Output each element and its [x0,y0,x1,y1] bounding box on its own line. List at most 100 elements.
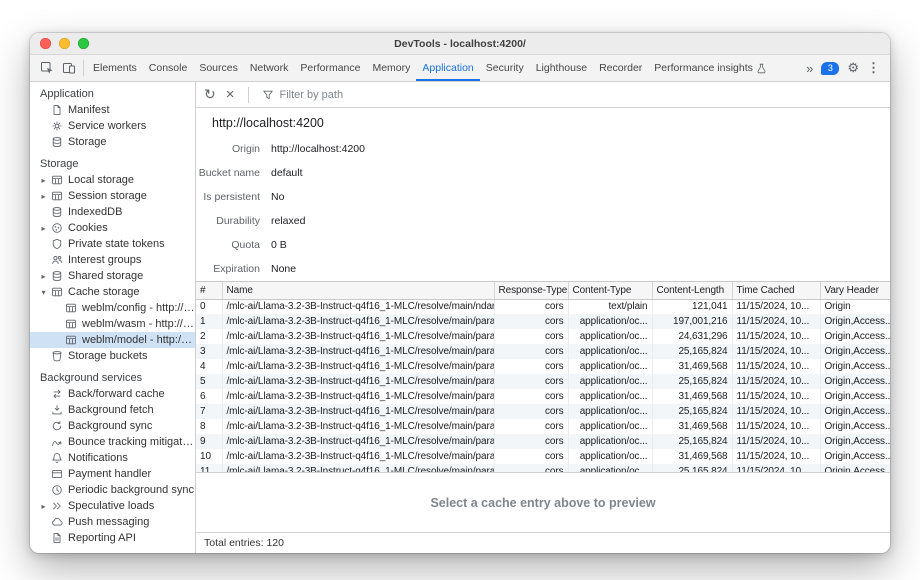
cache-origin-title: http://localhost:4200 [196,108,890,137]
tab-recorder[interactable]: Recorder [593,55,648,81]
column-header-[interactable]: # [196,282,222,299]
sidebar-item-label: Payment handler [68,468,151,480]
settings-gear-icon[interactable] [847,60,859,76]
tab-network[interactable]: Network [244,55,295,81]
more-tabs-icon[interactable] [806,61,813,76]
sidebar-item-push-messaging[interactable]: Push messaging [30,514,195,530]
sidebar-item-storage-buckets[interactable]: Storage buckets [30,348,195,364]
field-value: None [271,263,296,275]
sidebar-item-session-storage[interactable]: ▸Session storage [30,188,195,204]
minimize-button[interactable] [59,38,70,49]
report-fields: Originhttp://localhost:4200Bucket namede… [196,137,890,281]
chevron-right-icon[interactable]: ▸ [38,502,49,511]
cell-response_type: cors [494,344,568,359]
worker-icon [49,120,64,132]
tab-sources[interactable]: Sources [193,55,244,81]
sidebar-item-background-sync[interactable]: Background sync [30,418,195,434]
sidebar-item-service-workers[interactable]: Service workers [30,118,195,134]
sidebar-item-background-fetch[interactable]: Background fetch [30,402,195,418]
sidebar-item-label: Local storage [68,174,134,186]
chevron-right-icon[interactable]: ▸ [38,192,49,201]
tab-lighthouse[interactable]: Lighthouse [530,55,593,81]
chevron-down-icon[interactable]: ▾ [38,288,49,297]
cache-entry-row-0[interactable]: 0/mlc-ai/Llama-3.2-3B-Instruct-q4f16_1-M… [196,299,890,314]
sidebar-item-notifications[interactable]: Notifications [30,450,195,466]
grid-icon [49,190,64,202]
filter-input[interactable]: Filter by path [262,89,344,101]
kebab-menu-icon[interactable] [867,60,880,76]
cache-entry-row-6[interactable]: 6/mlc-ai/Llama-3.2-3B-Instruct-q4f16_1-M… [196,389,890,404]
tab-strip: ElementsConsoleSourcesNetworkPerformance… [87,55,773,81]
sidebar-item-weblm-wasm-http-loca[interactable]: weblm/wasm - http://loca... [30,316,195,332]
devtools-tabbar: ElementsConsoleSourcesNetworkPerformance… [30,55,890,82]
cell-vary: Origin,Access... [820,464,890,472]
sidebar-item-label: weblm/model - http://loc... [82,334,195,346]
clear-icon[interactable] [226,86,235,104]
sidebar-item-cache-storage[interactable]: ▾Cache storage [30,284,195,300]
tab-console[interactable]: Console [143,55,194,81]
device-toolbar-button[interactable] [58,58,80,78]
column-header-content-length[interactable]: Content-Length [652,282,732,299]
cache-entry-row-8[interactable]: 8/mlc-ai/Llama-3.2-3B-Instruct-q4f16_1-M… [196,419,890,434]
sidebar-section-storage: Storage▸Local storage▸Session storageInd… [30,155,195,364]
sidebar-item-manifest[interactable]: Manifest [30,102,195,118]
cache-entry-row-5[interactable]: 5/mlc-ai/Llama-3.2-3B-Instruct-q4f16_1-M… [196,374,890,389]
sidebar-item-weblm-model-http-loc[interactable]: weblm/model - http://loc... [30,332,195,348]
sidebar-item-shared-storage[interactable]: ▸Shared storage [30,268,195,284]
column-header-name[interactable]: Name [222,282,494,299]
field-label: Quota [196,239,260,251]
sidebar-item-storage[interactable]: Storage [30,134,195,150]
chevron-right-icon[interactable]: ▸ [38,176,49,185]
sidebar-item-reporting-api[interactable]: Reporting API [30,530,195,546]
sidebar-item-indexeddb[interactable]: IndexedDB [30,204,195,220]
sidebar-item-speculative-loads[interactable]: ▸Speculative loads [30,498,195,514]
field-label: Is persistent [196,191,260,203]
cell-content_type: application/oc... [568,374,652,389]
cell-vary: Origin,Access... [820,374,890,389]
inspect-element-button[interactable] [36,58,58,78]
refresh-icon[interactable] [204,86,216,104]
tab-memory[interactable]: Memory [366,55,416,81]
sidebar-item-interest-groups[interactable]: Interest groups [30,252,195,268]
cache-entry-row-1[interactable]: 1/mlc-ai/Llama-3.2-3B-Instruct-q4f16_1-M… [196,314,890,329]
cell-content_length: 31,469,568 [652,419,732,434]
sidebar-item-private-state-tokens[interactable]: Private state tokens [30,236,195,252]
chevron-right-icon[interactable]: ▸ [38,224,49,233]
column-header-vary-header[interactable]: Vary Header [820,282,890,299]
cache-entry-row-4[interactable]: 4/mlc-ai/Llama-3.2-3B-Instruct-q4f16_1-M… [196,359,890,374]
cache-entry-row-10[interactable]: 10/mlc-ai/Llama-3.2-3B-Instruct-q4f16_1-… [196,449,890,464]
cache-entry-row-2[interactable]: 2/mlc-ai/Llama-3.2-3B-Instruct-q4f16_1-M… [196,329,890,344]
grid-icon [63,334,78,346]
cell-response_type: cors [494,389,568,404]
sidebar-item-cookies[interactable]: ▸Cookies [30,220,195,236]
cell-content_type: application/oc... [568,404,652,419]
sidebar-item-weblm-config-http-loc[interactable]: weblm/config - http://loc... [30,300,195,316]
console-messages-badge[interactable]: 3 [821,62,839,75]
tab-elements[interactable]: Elements [87,55,143,81]
tab-performance-insights[interactable]: Performance insights [648,55,773,81]
sidebar-item-label: Reporting API [68,532,136,544]
grid-header-row: #NameResponse-TypeContent-TypeContent-Le… [196,282,890,299]
tab-application[interactable]: Application [416,55,479,81]
sidebar-section-title: Background services [30,369,195,386]
sidebar-item-periodic-background-sync[interactable]: Periodic background sync [30,482,195,498]
cache-entry-row-11[interactable]: 11/mlc-ai/Llama-3.2-3B-Instruct-q4f16_1-… [196,464,890,472]
zoom-button[interactable] [78,38,89,49]
sidebar-item-bounce-tracking-mitigations[interactable]: Bounce tracking mitigations [30,434,195,450]
sidebar-item-back-forward-cache[interactable]: Back/forward cache [30,386,195,402]
column-header-response-type[interactable]: Response-Type [494,282,568,299]
tab-performance[interactable]: Performance [294,55,366,81]
chevron-right-icon[interactable]: ▸ [38,272,49,281]
sidebar-item-label: Background sync [68,420,152,432]
sidebar-item-payment-handler[interactable]: Payment handler [30,466,195,482]
cell-num: 9 [196,434,222,449]
cache-entry-row-9[interactable]: 9/mlc-ai/Llama-3.2-3B-Instruct-q4f16_1-M… [196,434,890,449]
cache-entry-row-7[interactable]: 7/mlc-ai/Llama-3.2-3B-Instruct-q4f16_1-M… [196,404,890,419]
close-button[interactable] [40,38,51,49]
tab-security[interactable]: Security [480,55,530,81]
sidebar-item-local-storage[interactable]: ▸ Local storage [30,172,195,188]
column-header-time-cached[interactable]: Time Cached [732,282,820,299]
cache-entry-row-3[interactable]: 3/mlc-ai/Llama-3.2-3B-Instruct-q4f16_1-M… [196,344,890,359]
column-header-content-type[interactable]: Content-Type [568,282,652,299]
sidebar-item-label: Service workers [68,120,146,132]
